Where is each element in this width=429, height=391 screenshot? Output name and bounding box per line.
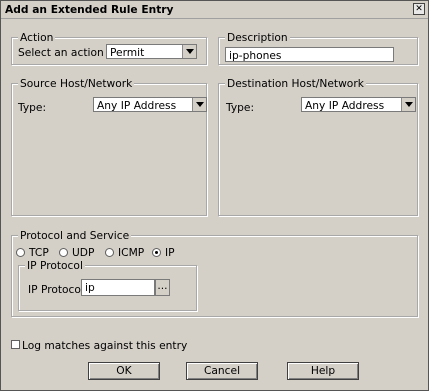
action-group-label: Action	[18, 31, 56, 44]
ip-protocol-label: IP Protocol	[28, 283, 84, 296]
radio-udp[interactable]: UDP	[59, 246, 94, 259]
extended-rule-dialog: Add an Extended Rule Entry ✕ Action Sele…	[0, 0, 429, 391]
source-type-select[interactable]: Any IP Address	[93, 97, 207, 112]
destination-type-select[interactable]: Any IP Address	[301, 97, 416, 112]
destination-type-label: Type:	[226, 101, 255, 114]
close-icon: ✕	[415, 4, 423, 14]
description-input-value: ip-phones	[229, 49, 282, 62]
source-type-label: Type:	[18, 101, 47, 114]
radio-icmp[interactable]: ICMP	[105, 246, 144, 259]
ip-protocol-input[interactable]: ip	[81, 279, 155, 296]
log-matches-checkbox[interactable]	[11, 340, 20, 349]
protocol-service-group-label: Protocol and Service	[18, 229, 132, 242]
radio-ip-label: IP	[165, 246, 175, 259]
radio-icmp-label: ICMP	[118, 246, 145, 259]
help-button[interactable]: Help	[287, 362, 359, 380]
source-group-label: Source Host/Network	[18, 77, 135, 90]
select-action-label: Select an action	[18, 46, 104, 59]
radio-udp-label: UDP	[72, 246, 95, 259]
action-select-value: Permit	[110, 46, 145, 59]
ip-protocol-value: ip	[85, 281, 95, 294]
title-bar: Add an Extended Rule Entry ✕	[1, 1, 428, 19]
window-title: Add an Extended Rule Entry	[5, 3, 174, 16]
radio-tcp[interactable]: TCP	[16, 246, 49, 259]
action-select[interactable]: Permit	[106, 44, 197, 59]
chevron-down-icon[interactable]	[401, 98, 415, 111]
description-input[interactable]: ip-phones	[225, 47, 394, 62]
chevron-down-icon[interactable]	[182, 45, 196, 58]
chevron-down-icon[interactable]	[192, 98, 206, 111]
radio-tcp-label: TCP	[29, 246, 49, 259]
cancel-button[interactable]: Cancel	[186, 362, 258, 380]
radio-tcp-indicator[interactable]	[16, 248, 25, 257]
close-button[interactable]: ✕	[413, 3, 425, 15]
destination-group-label: Destination Host/Network	[225, 77, 366, 90]
destination-type-value: Any IP Address	[305, 99, 385, 112]
ip-protocol-browse-button[interactable]: ...	[155, 279, 170, 296]
radio-udp-indicator[interactable]	[59, 248, 68, 257]
ip-protocol-group-label: IP Protocol	[25, 259, 85, 272]
ok-button[interactable]: OK	[88, 362, 160, 380]
radio-ip[interactable]: IP	[152, 246, 175, 259]
radio-ip-indicator[interactable]	[152, 248, 161, 257]
source-type-value: Any IP Address	[97, 99, 177, 112]
radio-icmp-indicator[interactable]	[105, 248, 114, 257]
log-matches-label: Log matches against this entry	[22, 339, 188, 352]
description-group-label: Description	[225, 31, 290, 44]
